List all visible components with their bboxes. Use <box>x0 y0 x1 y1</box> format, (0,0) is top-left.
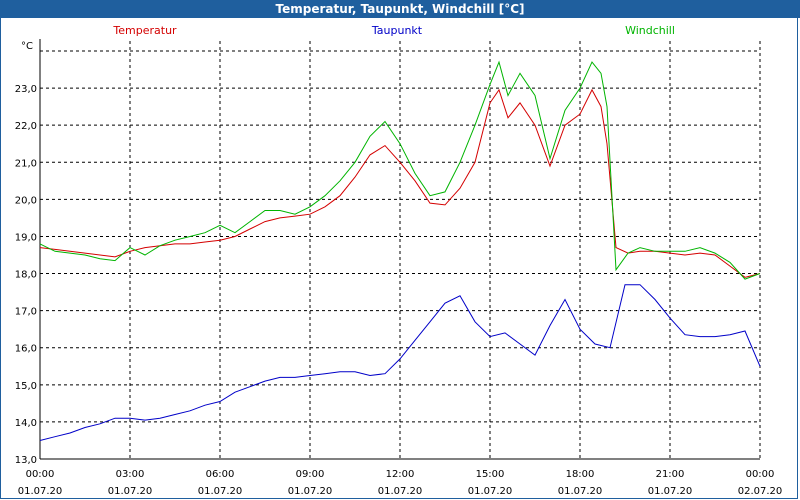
grid <box>40 41 761 459</box>
x-tick-date: 01.07.20 <box>18 486 63 497</box>
x-tick-date: 01.07.20 <box>468 486 513 497</box>
legend-taupunkt: Taupunkt <box>371 24 423 37</box>
x-tick-time: 06:00 <box>206 469 235 480</box>
x-tick-date: 01.07.20 <box>288 486 333 497</box>
x-tick-time: 03:00 <box>116 469 145 480</box>
x-tick-date: 01.07.20 <box>648 486 693 497</box>
y-tick-label: 20,0 <box>15 195 37 206</box>
x-tick-date: 01.07.20 <box>108 486 153 497</box>
tick-labels: 13,0 14,0 15,0 16,0 17,0 18,0 19,0 20,0 21,0 22,0… <box>15 84 783 497</box>
y-tick-label: 22,0 <box>15 121 37 132</box>
legend: Temperatur Taupunkt Windchill <box>112 24 675 37</box>
x-tick-date: 01.07.20 <box>378 486 423 497</box>
x-tick-date: 01.07.20 <box>558 486 603 497</box>
x-tick-time: 00:00 <box>746 469 775 480</box>
x-tick-date: 01.07.20 <box>198 486 243 497</box>
series-line-temperatur <box>39 88 761 278</box>
legend-temperatur: Temperatur <box>112 24 177 37</box>
y-tick-label: 19,0 <box>15 232 37 243</box>
y-tick-label: 13,0 <box>15 455 37 466</box>
y-tick-label: 15,0 <box>15 381 37 392</box>
y-tick-label: 23,0 <box>15 84 37 95</box>
x-tick-date: 02.07.20 <box>738 486 783 497</box>
y-tick-label: 14,0 <box>15 418 37 429</box>
x-tick-time: 09:00 <box>296 469 325 480</box>
y-tick-label: 21,0 <box>15 158 37 169</box>
x-tick-time: 18:00 <box>566 469 595 480</box>
y-tick-label: 16,0 <box>15 344 37 355</box>
x-tick-time: 00:00 <box>26 469 55 480</box>
series-line-taupunkt <box>39 284 761 441</box>
x-tick-time: 21:00 <box>656 469 685 480</box>
y-tick-label: 18,0 <box>15 270 37 281</box>
y-tick-label: 17,0 <box>15 307 37 318</box>
y-axis-unit: °C <box>21 41 33 52</box>
x-tick-time: 15:00 <box>476 469 505 480</box>
chart-svg: °C 13,0 14,0 15,0 16,0 17,0 18,0 19,0 20,0 21,0 2… <box>15 24 783 497</box>
x-tick-time: 12:00 <box>386 469 415 480</box>
legend-windchill: Windchill <box>625 24 675 37</box>
